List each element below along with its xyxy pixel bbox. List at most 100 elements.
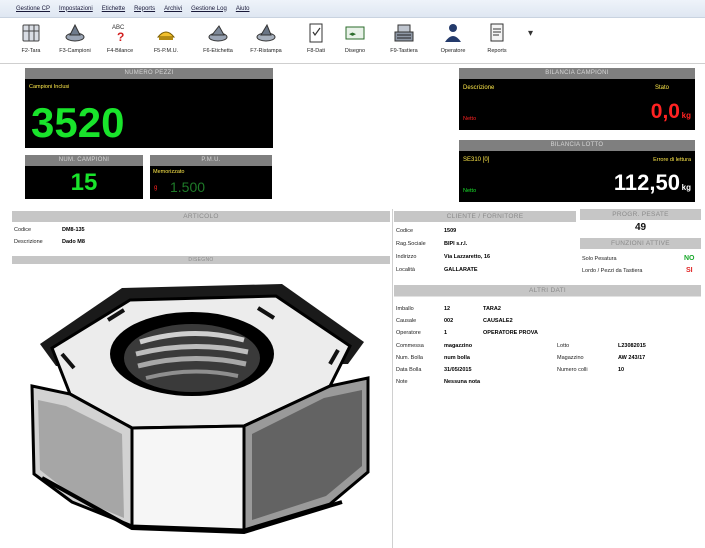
commessa-value: magazzino [444, 343, 473, 349]
bilancia-lotto-readout: 112,50 kg [614, 170, 691, 196]
operatore-label: Operatore [396, 330, 421, 336]
data-bolla-value: 31/05/2015 [444, 367, 472, 373]
pmu-value: 1.500 [170, 179, 206, 195]
causale-value: CAUSALE2 [483, 318, 513, 324]
f5-pmu-button[interactable]: F5-P.M.U. [148, 20, 184, 62]
keyboard-icon [394, 24, 414, 42]
report-icon [490, 23, 504, 42]
operator-icon [445, 24, 461, 42]
altri-dati-divider [394, 296, 701, 297]
commessa-label: Commessa [396, 343, 424, 349]
bilancia-lotto-unit: kg [681, 183, 691, 192]
bilancia-campioni-value: 0,0 [650, 100, 680, 123]
solo-pesatura-label: Solo Pesatura [582, 256, 617, 262]
menu-aiuto[interactable]: Aiuto [236, 6, 250, 12]
f3-campioni-button[interactable]: F3-Campioni [52, 20, 98, 62]
solo-pesatura-value: NO [684, 255, 695, 262]
operatore-button[interactable]: Operatore [436, 20, 470, 62]
funzioni-attive-title: FUNZIONI ATTIVE [580, 238, 701, 249]
causale-code: 002 [444, 318, 454, 324]
numero-colli-value: 10 [618, 367, 625, 373]
lotto-value: L23082015 [618, 343, 646, 349]
bilancia-lotto-status: Netto [463, 188, 477, 194]
bilancia-lotto-title: BILANCIA LOTTO [459, 140, 695, 151]
samples-icon [65, 23, 85, 42]
operatore-label: Operatore [440, 48, 466, 54]
imballo-value: TARA2 [483, 306, 501, 312]
cliente-localita-value: GALLARATE [444, 267, 478, 273]
note-label: Note [396, 379, 408, 385]
f6-etichetta-button[interactable]: F6-Etichetta [198, 20, 238, 62]
stato-label: Stato [655, 85, 670, 91]
causale-label: Causale [396, 318, 417, 324]
altri-dati-title: ALTRI DATI [394, 285, 701, 296]
operatore-value: OPERATORE PROVA [483, 330, 539, 336]
f4-bilance-button[interactable]: ABC? F4-Bilance [102, 20, 138, 62]
f4-bilance-label: F4-Bilance [106, 48, 134, 54]
cliente-ragsociale-label: Rag.Sociale [396, 241, 426, 247]
codice-articolo-label: Codice [14, 227, 32, 233]
cliente-ragsociale-value: BIPI s.r.l. [444, 241, 468, 247]
f7-ristampa-button[interactable]: F7-Ristampa [244, 20, 288, 62]
menu-impostazioni[interactable]: Impostazioni [59, 6, 93, 12]
bilancia-campioni-unit: kg [681, 111, 691, 120]
disegno-title: DISEGNO [12, 256, 390, 264]
f9-tastiera-button[interactable]: F9-Tastiera [384, 20, 424, 62]
scale-tare-icon [22, 24, 40, 42]
data-bolla-label: Data Bolla [396, 367, 422, 373]
hex-nut-image [30, 284, 370, 535]
balances-icon: ABC? [112, 25, 125, 44]
cliente-codice-label: Codice [396, 228, 414, 234]
bilancia-campioni-status: Netto [463, 116, 477, 122]
lordo-pezzi-value: SI [686, 267, 693, 274]
menu-gestione-log[interactable]: Gestione Log [191, 6, 227, 12]
operatore-code: 1 [444, 330, 448, 336]
pmu-prefix: g [154, 185, 158, 191]
menu-reports[interactable]: Reports [134, 6, 155, 12]
svg-text:◂▸: ◂▸ [349, 31, 357, 38]
cliente-localita-label: Località [396, 267, 415, 273]
cliente-fornitore-title: CLIENTE / FORNITORE [394, 211, 576, 222]
num-campioni-panel: NUM. CAMPIONI 15 [25, 155, 143, 199]
data-icon [309, 23, 323, 43]
num-campioni-title: NUM. CAMPIONI [25, 155, 143, 166]
article-drawing [12, 266, 390, 548]
menu-archivi[interactable]: Archivi [164, 6, 182, 12]
cliente-codice-value: 1509 [444, 228, 457, 234]
f8-dati-label: F8-Dati [306, 48, 326, 54]
pmu-icon [156, 31, 176, 40]
f3-campioni-label: F3-Campioni [59, 48, 91, 54]
f7-ristampa-label: F7-Ristampa [250, 48, 282, 54]
bilancia-lotto-value: 112,50 [613, 170, 680, 195]
disegno-label: Disegno [344, 48, 366, 54]
cliente-indirizzo-value: Via Lazzaretto, 16 [444, 254, 491, 260]
toolbar-overflow-icon[interactable]: ▾ [528, 28, 533, 39]
label-icon [208, 25, 228, 42]
reprint-icon [256, 23, 276, 42]
menu-bar: Gestione CP Impostazioni Etichette Repor… [0, 0, 705, 18]
svg-text:?: ? [117, 30, 124, 44]
pmu-caption: Memorizzato [153, 169, 185, 175]
imballo-code: 12 [444, 306, 451, 312]
num-bolla-label: Num. Bolla [396, 355, 423, 361]
bilancia-campioni-title: BILANCIA CAMPIONI [459, 68, 695, 79]
campioni-inclusi-caption: Campioni Inclusi [29, 84, 70, 90]
f8-dati-button[interactable]: F8-Dati [302, 20, 330, 62]
f2-tara-label: F2-Tara [21, 48, 41, 54]
numero-pezzi-title: NUMERO PEZZI [25, 68, 273, 79]
menu-etichette[interactable]: Etichette [102, 6, 125, 12]
reports-label: Reports [487, 48, 507, 54]
lordo-pezzi-label: Lordo / Pezzi da Tastiera [582, 268, 643, 274]
magazzino-value: AW 243/17 [618, 355, 646, 361]
imballo-label: Imballo [396, 306, 414, 312]
bilancia-lotto-attesa: Errore di lettura [653, 157, 691, 163]
menu-gestione-cp[interactable]: Gestione CP [16, 6, 50, 12]
bilancia-lotto-panel: BILANCIA LOTTO SE310 [0] Errore di lettu… [459, 140, 695, 202]
reports-button[interactable]: Reports [482, 20, 512, 62]
disegno-button[interactable]: ◂▸ Disegno [340, 20, 370, 62]
pmu-panel: P.M.U. Memorizzato g 1.500 [150, 155, 272, 199]
lotto-label: Lotto [557, 343, 570, 349]
descrizione-label: Descrizione [463, 85, 495, 91]
column-divider [392, 209, 393, 548]
f2-tara-button[interactable]: F2-Tara [14, 20, 48, 62]
